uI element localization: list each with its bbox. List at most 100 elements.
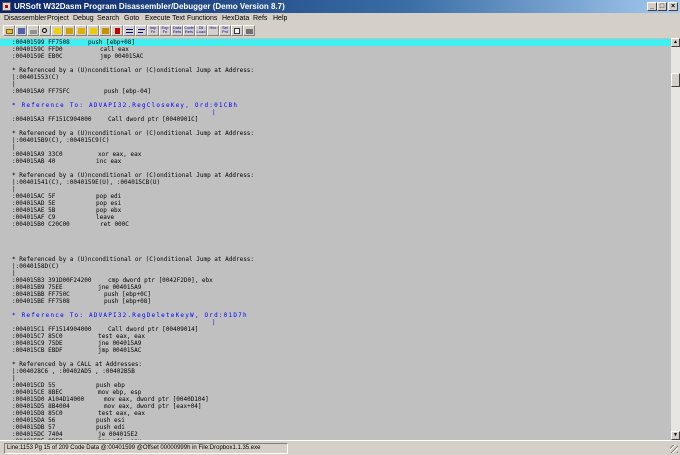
debug-load-icon[interactable] xyxy=(51,25,63,36)
code-line[interactable]: * Referenced by a (U)nconditional or (C)… xyxy=(12,256,254,263)
print-setup-icon[interactable] xyxy=(243,25,255,36)
scroll-down-button[interactable]: ▼ xyxy=(671,431,680,440)
code-line[interactable]: :004015C9 75DE jne 004015A9 xyxy=(12,340,141,347)
export-functions-button[interactable]: Exp Fn xyxy=(159,25,171,36)
code-line[interactable]: :004015AD 5E pop esi xyxy=(12,200,121,207)
line-instruction: test eax, eax xyxy=(98,333,145,340)
hex-button[interactable]: Hex xyxy=(207,25,219,36)
line-address: :004015C7 85C0 xyxy=(12,333,63,340)
menu-hexdata[interactable]: HexData xyxy=(222,13,249,24)
import-functions-button[interactable]: Imp Fn xyxy=(147,25,159,36)
code-line[interactable]: :004015AE 5B pop ebx xyxy=(12,207,121,214)
line-instruction: pop edi xyxy=(96,193,122,200)
menu-functions[interactable]: Functions xyxy=(187,13,217,24)
line-address: :004015DA 56 xyxy=(12,417,56,424)
line-address: :004015A3 FF151C904000 xyxy=(12,116,92,123)
code-line[interactable]: :004015D8 85C0 test eax, eax xyxy=(12,410,145,417)
code-line[interactable]: :004015BE FF7508 push [ebp+08] xyxy=(12,298,151,305)
code-line[interactable]: | xyxy=(12,144,16,151)
menu-search[interactable]: Search xyxy=(97,13,119,24)
code-line[interactable]: | xyxy=(12,186,16,193)
disassembly-listing[interactable]: :00401599 FF7508 push [ebp+08]:0040159C F… xyxy=(0,38,671,440)
menu-help[interactable]: Help xyxy=(273,13,287,24)
line-address: |:0040158D(C) xyxy=(12,263,59,270)
debug-pause-icon[interactable] xyxy=(99,25,111,36)
minimize-button[interactable]: _ xyxy=(647,2,657,11)
dll-load-button[interactable]: Dll Load xyxy=(195,25,207,36)
code-line[interactable]: :004015D0 A104D14000 mov eax, dword ptr [… xyxy=(12,396,209,403)
line-instruction: jmp 004015AC xyxy=(98,347,142,354)
close-button[interactable]: × xyxy=(668,2,678,11)
code-line[interactable]: :004015D5 8B4004 mov eax, dword ptr [eax+… xyxy=(12,403,202,410)
code-line[interactable]: :004015DA 56 push esi xyxy=(12,417,125,424)
copy-icon[interactable] xyxy=(231,25,243,36)
code-line[interactable]: :004015AB 40 inc eax xyxy=(12,158,121,165)
code-line[interactable]: * Referenced by a (U)nconditional or (C)… xyxy=(12,67,254,74)
vertical-scrollbar[interactable]: ▲ ▼ xyxy=(671,38,680,440)
line-address: | xyxy=(212,109,216,116)
maximize-button[interactable]: □ xyxy=(657,2,667,11)
code-line[interactable]: :004015B9 75EE jne 004015A9 xyxy=(12,284,141,291)
menu-project[interactable]: Project xyxy=(47,13,69,24)
code-line[interactable]: :004015A9 33C0 xor eax, eax xyxy=(12,151,141,158)
api-reference-line[interactable]: * Reference To: ADVAPI32.RegDeleteKeyW, … xyxy=(12,312,248,319)
code-line[interactable]: :0040159C FFD0 call eax xyxy=(12,46,129,53)
resize-grip-icon[interactable] xyxy=(670,445,678,453)
line-address: | xyxy=(12,81,16,88)
code-line[interactable]: :004015CB EBDF jmp 004015AC xyxy=(12,347,141,354)
code-line[interactable]: :004015CE 8BEC mov ebp, esp xyxy=(12,389,141,396)
save-icon[interactable] xyxy=(15,25,27,36)
code-line-selected[interactable]: :00401599 FF7508 push [ebp+08] xyxy=(0,39,671,46)
code-line[interactable]: * Referenced by a CALL at Addresses: xyxy=(12,361,142,368)
code-line[interactable]: :004015DB 57 push edi xyxy=(12,424,125,431)
code-line[interactable]: | xyxy=(212,109,216,116)
code-line[interactable]: | xyxy=(12,81,16,88)
code-line[interactable]: :004015A3 FF151C904000 Call dword ptr [00… xyxy=(12,116,198,123)
code-line[interactable]: |:0040158D(C) xyxy=(12,263,59,270)
code-line[interactable]: | xyxy=(12,270,16,277)
code-line[interactable]: :004015AF C9 leave xyxy=(12,214,114,221)
scroll-thumb[interactable] xyxy=(671,73,680,87)
code-line[interactable]: :004015B3 391D00F24200 cmp dword ptr [004… xyxy=(12,277,213,284)
data-refs-button[interactable]: Data Refs xyxy=(171,25,183,36)
code-line[interactable]: :004015A0 FF75FC push [ebp-04] xyxy=(12,88,151,95)
find-icon[interactable] xyxy=(39,25,51,36)
api-reference-line[interactable]: * Reference To: ADVAPI32.RegCloseKey, Or… xyxy=(12,102,238,109)
debug-stop-icon[interactable] xyxy=(111,25,123,36)
menu-refs[interactable]: Refs xyxy=(253,13,267,24)
code-line[interactable]: :004015C7 85C0 test eax, eax xyxy=(12,333,145,340)
debug-attach-icon[interactable] xyxy=(63,25,75,36)
code-line[interactable]: | xyxy=(212,319,216,326)
code-line[interactable]: | xyxy=(12,375,16,382)
code-line[interactable]: * Referenced by a (U)nconditional or (C)… xyxy=(12,172,254,179)
code-line[interactable]: :004015DC 7404 je 004015E2 xyxy=(12,431,138,438)
code-line[interactable]: |:004028C6 , :00402AD5 , :00402B5B xyxy=(12,368,135,375)
code-line[interactable]: :0040159E EB0C jmp 004015AC xyxy=(12,53,143,60)
code-refs-button[interactable]: Code Refs xyxy=(183,25,195,36)
goto-entry-icon[interactable] xyxy=(135,25,147,36)
goto-code-icon[interactable] xyxy=(123,25,135,36)
open-icon[interactable] xyxy=(3,25,15,36)
menu-debug[interactable]: Debug xyxy=(73,13,94,24)
menu-disassembler[interactable]: Disassembler xyxy=(4,13,46,24)
print-icon[interactable] xyxy=(27,25,39,36)
code-line[interactable]: :004015C1 FF1514904000 Call dword ptr [00… xyxy=(12,326,198,333)
app-icon[interactable] xyxy=(2,2,11,11)
scroll-up-button[interactable]: ▲ xyxy=(671,38,680,47)
code-line[interactable]: * Referenced by a (U)nconditional or (C)… xyxy=(12,130,254,137)
code-line[interactable]: :004015BB FF750C push [ebp+0C] xyxy=(12,291,151,298)
code-line[interactable]: :004015AC 5F pop edi xyxy=(12,193,121,200)
debug-run-icon[interactable] xyxy=(75,25,87,36)
line-address: :004015C1 FF1514904000 xyxy=(12,326,92,333)
code-line[interactable]: |:004015B9(C), :004015C9(C) xyxy=(12,137,110,144)
code-line[interactable]: |:00401541(C), :0040159E(U), :004015CB(U… xyxy=(12,179,160,186)
code-line[interactable]: |:00401553(C) xyxy=(12,74,59,81)
menu-execute-text[interactable]: Execute Text xyxy=(145,13,185,24)
select-point-button[interactable]: Sel Pnt xyxy=(219,25,231,36)
debug-step-icon[interactable] xyxy=(87,25,99,36)
code-line[interactable]: :004015CD 55 push ebp xyxy=(12,382,125,389)
menu-goto[interactable]: Goto xyxy=(124,13,139,24)
line-instruction: pop esi xyxy=(96,200,122,207)
code-line[interactable]: :004015B0 C20C00 ret 000C xyxy=(12,221,129,228)
line-instruction: test eax, eax xyxy=(98,410,145,417)
